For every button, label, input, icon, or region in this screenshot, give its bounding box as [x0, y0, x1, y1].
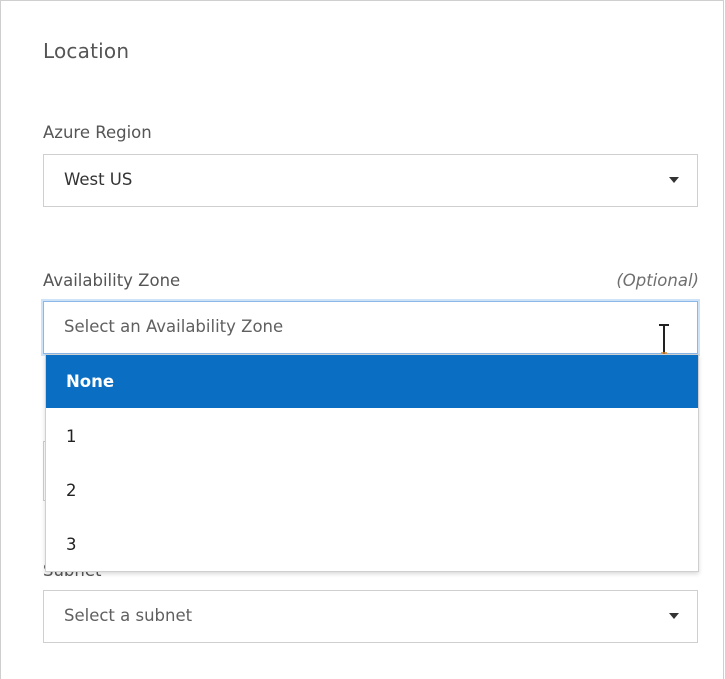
subnet-select[interactable]: Select a subnet	[43, 590, 698, 643]
subnet-placeholder: Select a subnet	[64, 606, 193, 625]
dropdown-option-1[interactable]: 1	[46, 410, 698, 463]
dropdown-option-none[interactable]: None	[46, 355, 698, 408]
azure-region-value: West US	[64, 170, 133, 189]
availability-zone-select[interactable]: Select an Availability Zone	[43, 301, 698, 354]
section-title: Location	[43, 39, 130, 63]
availability-zone-dropdown: None 1 2 3	[45, 354, 699, 572]
dropdown-option-3[interactable]: 3	[46, 518, 698, 571]
azure-region-select[interactable]: West US	[43, 154, 698, 207]
optional-label: (Optional)	[616, 271, 699, 290]
text-cursor-icon	[659, 324, 669, 356]
chevron-down-icon	[669, 177, 679, 183]
azure-region-label: Azure Region	[43, 123, 152, 142]
availability-zone-placeholder: Select an Availability Zone	[64, 317, 284, 336]
location-panel: Location Azure Region West US Availabili…	[0, 0, 724, 679]
chevron-down-icon	[669, 613, 679, 619]
dropdown-option-2[interactable]: 2	[46, 464, 698, 517]
availability-zone-label: Availability Zone	[43, 271, 181, 290]
